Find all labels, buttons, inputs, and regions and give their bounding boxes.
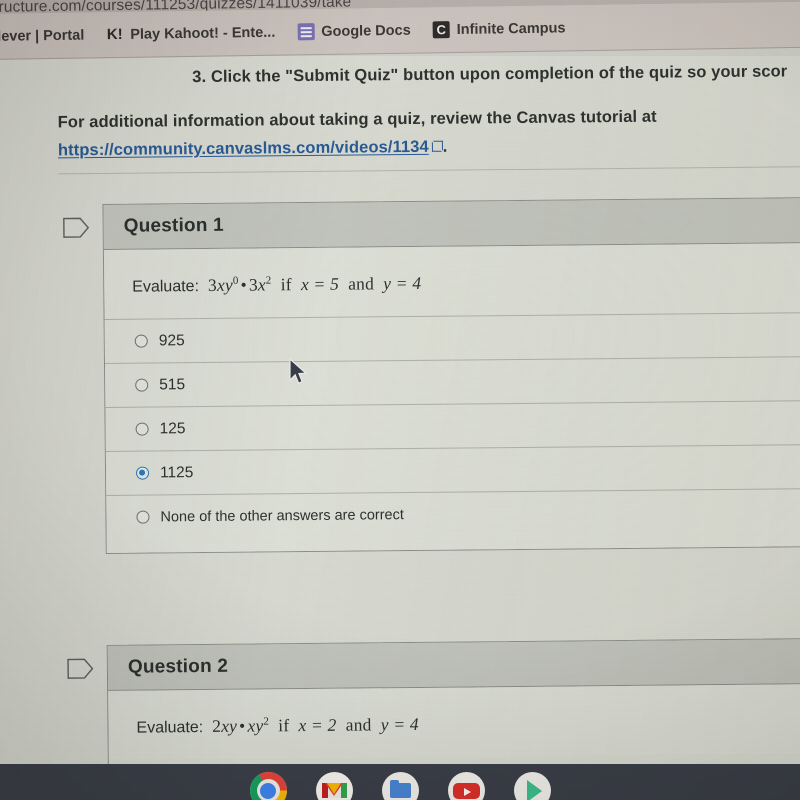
bookmark-label: Play Kahoot! - Ente... (130, 24, 276, 43)
q2-term1-vars: xy (221, 715, 238, 736)
answer-label: None of the other answers are correct (160, 506, 404, 525)
question-1-header: Question 1 (103, 197, 800, 250)
instruction-item-3: 3. Click the "Submit Quiz" button upon c… (192, 62, 788, 87)
question-2-body: Evaluate: 2xy • xy2 if x = 2 and y = 4 (108, 683, 800, 760)
q1-term1-vars: xy (216, 274, 233, 295)
radio-button-unselected[interactable] (135, 378, 149, 392)
radio-button-unselected[interactable] (135, 422, 149, 436)
q1-y-assign: y = 4 (383, 272, 422, 294)
kahoot-icon: K! (106, 25, 123, 44)
q1-if: if (280, 274, 292, 295)
question-2-expression: 2xy • xy2 if x = 2 and y = 4 (212, 714, 419, 737)
question-1-body: Evaluate: 3xy0•3x2 if x = 5 and y = 4 (103, 242, 800, 553)
additional-info-text: For additional information about taking … (57, 107, 657, 132)
q1-operator: • (240, 274, 247, 295)
q1-and: and (348, 273, 375, 294)
google-docs-icon (297, 23, 315, 41)
quiz-page: 3. Click the "Submit Quiz" button upon c… (0, 56, 800, 766)
q1-x-assign: x = 5 (300, 273, 340, 295)
answer-label: 125 (159, 419, 186, 437)
question-2-prompt-label: Evaluate: (136, 719, 204, 737)
content-divider (58, 165, 800, 175)
question-1-prompt: Evaluate: 3xy0 • 3x2 if x = 5 and y = 4 (104, 242, 800, 319)
canvas-tutorial-line: https://community.canvaslms.com/videos/1… (58, 138, 448, 161)
link-trailing-period: . (442, 137, 448, 156)
answer-label: 1125 (159, 463, 194, 481)
files-icon[interactable] (381, 772, 419, 800)
answer-option-4[interactable]: 1125 (105, 443, 800, 495)
q2-and: and (345, 714, 372, 735)
q2-term2-var: xy (247, 715, 264, 736)
q2-y-assign: y = 4 (380, 713, 419, 735)
q2-if: if (278, 715, 290, 736)
q2-term2-exp: 2 (263, 715, 270, 728)
bookmark-label: Infinite Campus (456, 19, 566, 38)
question-1-title: Question 1 (123, 214, 224, 237)
bookmark-label: Clever | Portal (0, 27, 85, 45)
q1-term2-exp: 2 (265, 274, 272, 287)
chromeos-shelf (0, 764, 800, 800)
answer-option-1[interactable]: 925 (104, 311, 800, 363)
answer-option-5[interactable]: None of the other answers are correct (106, 487, 800, 539)
bookmark-google-docs[interactable]: Google Docs (297, 22, 411, 41)
question-1-prompt-label: Evaluate: (132, 278, 200, 296)
answer-label: 925 (158, 331, 185, 349)
question-block-1: Question 1 Evaluate: 3xy0 • 3x2 if x = 5 a… (63, 196, 800, 554)
gmail-icon[interactable] (315, 772, 353, 800)
question-block-2: Question 2 Evaluate: 2xy • xy2 if x = 2 an… (67, 637, 800, 766)
bookmark-play-kahoot[interactable]: K! Play Kahoot! - Ente... (106, 24, 276, 44)
question-2-header: Question 2 (107, 638, 800, 691)
question-1-expression: 3xy0 • 3x2 if x = 5 and y = 4 (208, 273, 421, 296)
youtube-icon[interactable] (447, 772, 485, 800)
chrome-icon[interactable] (249, 772, 287, 800)
infinite-campus-icon: C (432, 21, 450, 39)
bookmark-label: Google Docs (321, 22, 411, 40)
radio-button-unselected[interactable] (136, 510, 150, 524)
flag-question-icon[interactable] (67, 658, 94, 679)
q1-term1-coeff: 3 (207, 274, 218, 295)
q1-term2-coeff: 3 (248, 274, 258, 295)
q2-x-assign: x = 2 (298, 714, 337, 736)
play-store-icon[interactable] (513, 772, 551, 800)
answer-option-2[interactable]: 515 (104, 355, 800, 407)
flag-question-icon[interactable] (63, 217, 90, 238)
canvas-tutorial-link[interactable]: https://community.canvaslms.com/videos/1… (58, 138, 429, 160)
q2-operator: • (238, 715, 246, 736)
radio-button-unselected[interactable] (134, 334, 148, 348)
external-link-icon (432, 141, 443, 152)
q1-term2-var: x (257, 274, 266, 295)
q2-term1-coeff: 2 (212, 715, 222, 736)
browser-chrome: structure.com/courses/111253/quizzes/141… (0, 0, 800, 60)
bookmark-clever-portal[interactable]: Clever | Portal (0, 27, 84, 44)
question-1-answers: 925 515 125 1125 None of the other answe… (104, 311, 800, 539)
question-2-title: Question 2 (127, 655, 229, 678)
question-2-prompt: Evaluate: 2xy • xy2 if x = 2 and y = 4 (108, 683, 800, 760)
answer-option-3[interactable]: 125 (105, 399, 800, 451)
radio-button-selected[interactable] (135, 466, 150, 480)
screenshot-root: 3. Click the "Submit Quiz" button upon c… (0, 0, 800, 800)
bookmark-infinite-campus[interactable]: C Infinite Campus (432, 19, 566, 39)
answer-label: 515 (159, 375, 186, 393)
